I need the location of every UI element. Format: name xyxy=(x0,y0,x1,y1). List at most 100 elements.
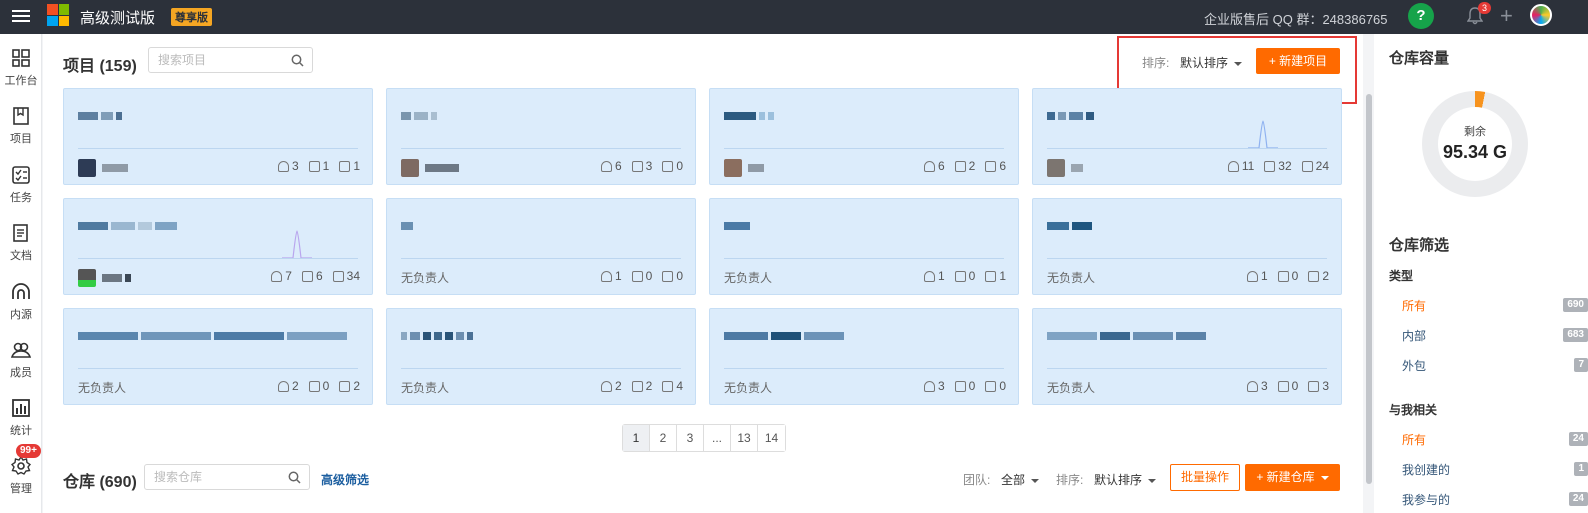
project-card[interactable]: 无负责人 1 0 1 xyxy=(709,198,1019,295)
page-14[interactable]: 14 xyxy=(758,425,785,451)
nav-item-admin[interactable]: 管理 xyxy=(0,456,42,496)
task-icon xyxy=(662,270,674,282)
project-name-redacted xyxy=(401,217,416,230)
project-card[interactable]: 11 32 24 xyxy=(1032,88,1342,185)
caret-down-icon xyxy=(1320,475,1329,480)
repo-search[interactable] xyxy=(144,464,310,490)
person-icon xyxy=(1246,270,1258,282)
project-card[interactable]: 无负责人 3 0 3 xyxy=(1032,308,1342,405)
project-stats: 1 0 0 xyxy=(600,269,683,283)
page-2[interactable]: 2 xyxy=(650,425,677,451)
help-button[interactable]: ? xyxy=(1408,3,1434,29)
support-qq-text: 企业版售后 QQ 群：248386765 xyxy=(1204,12,1388,27)
type-filter-outsourced[interactable]: 外包 7 xyxy=(1402,357,1588,374)
new-repo-button[interactable]: + 新建仓库 xyxy=(1245,464,1340,491)
nav-item-innersource[interactable]: 内源 xyxy=(0,282,42,322)
caret-down-icon xyxy=(1148,478,1157,483)
nav-label: 管理 xyxy=(10,483,32,495)
project-stats: 1 0 2 xyxy=(1246,269,1329,283)
search-icon[interactable] xyxy=(291,54,304,67)
page-1[interactable]: 1 xyxy=(623,425,650,451)
related-filter-joined[interactable]: 我参与的 24 xyxy=(1402,491,1588,508)
project-card[interactable]: 7 6 34 xyxy=(63,198,373,295)
page-13[interactable]: 13 xyxy=(731,425,758,451)
filter-label: 我参与的 xyxy=(1402,493,1451,507)
nav-item-projects[interactable]: 项目 xyxy=(0,106,42,146)
task-count: 2 xyxy=(1322,269,1329,283)
nav-item-workbench[interactable]: 工作台 xyxy=(0,48,42,88)
task-count: 0 xyxy=(999,379,1006,393)
person-icon xyxy=(1246,380,1258,392)
main-content: 项目 (159) 排序: 默认排序 + 新建项目 3 1 1 6 3 0 6 xyxy=(43,34,1363,513)
type-filter-internal[interactable]: 内部 683 xyxy=(1402,327,1588,344)
project-card[interactable]: 无负责人 2 0 2 xyxy=(63,308,373,405)
nav-label: 内源 xyxy=(10,309,32,321)
hamburger-menu-icon[interactable] xyxy=(12,7,30,25)
project-card[interactable]: 无负责人 1 0 2 xyxy=(1032,198,1342,295)
nav-item-docs[interactable]: 文档 xyxy=(0,223,42,263)
code-icon xyxy=(308,380,320,392)
type-filter-all[interactable]: 所有 690 xyxy=(1402,297,1588,314)
related-label: 与我相关 xyxy=(1389,403,1438,417)
team-dropdown[interactable]: 全部 xyxy=(1001,471,1040,488)
project-stats: 3 0 3 xyxy=(1246,379,1329,393)
page-3[interactable]: 3 xyxy=(677,425,704,451)
task-count: 3 xyxy=(1322,379,1329,393)
project-card[interactable]: 3 1 1 xyxy=(63,88,373,185)
member-count: 3 xyxy=(291,159,299,173)
filter-title: 仓库筛选 xyxy=(1389,237,1450,254)
project-owner xyxy=(78,269,134,287)
project-owner xyxy=(724,159,767,177)
member-count: 1 xyxy=(1260,269,1268,283)
document-icon xyxy=(13,224,28,242)
project-stats: 7 6 34 xyxy=(271,269,360,283)
code-icon xyxy=(301,270,313,282)
scrollbar-thumb[interactable] xyxy=(1366,94,1372,484)
project-card[interactable]: 无负责人 2 2 4 xyxy=(386,308,696,405)
project-search-input[interactable] xyxy=(149,48,312,72)
task-icon xyxy=(985,160,997,172)
plus-icon[interactable]: + xyxy=(1500,3,1513,29)
page-ellipsis[interactable]: ... xyxy=(704,425,731,451)
repo-search-input[interactable] xyxy=(145,465,309,489)
activity-sparkline xyxy=(1248,120,1278,149)
remaining-label: 剩余 xyxy=(1464,126,1486,138)
repo-sort-dropdown[interactable]: 默认排序 xyxy=(1094,471,1157,488)
filter-label: 我创建的 xyxy=(1402,463,1451,477)
project-card[interactable]: 无负责人 1 0 0 xyxy=(386,198,696,295)
main-scrollbar[interactable] xyxy=(1364,34,1374,513)
member-count: 1 xyxy=(937,269,945,283)
nav-item-tasks[interactable]: 任务 xyxy=(0,165,42,205)
project-card[interactable]: 6 3 0 xyxy=(386,88,696,185)
project-name-redacted xyxy=(78,327,350,340)
batch-operation-button[interactable]: 批量操作 xyxy=(1170,464,1240,491)
activity-sparkline xyxy=(282,230,312,259)
nav-label: 工作台 xyxy=(4,75,38,87)
user-avatar[interactable] xyxy=(1530,4,1552,26)
related-filter-all[interactable]: 所有 24 xyxy=(1402,431,1588,448)
search-icon[interactable] xyxy=(288,471,301,484)
related-filter-created[interactable]: 我创建的 1 xyxy=(1402,461,1588,478)
task-count: 0 xyxy=(676,269,683,283)
project-card[interactable]: 无负责人 3 0 0 xyxy=(709,308,1019,405)
member-count: 2 xyxy=(614,379,622,393)
nav-label: 成员 xyxy=(10,367,32,379)
nav-item-stats[interactable]: 统计 xyxy=(0,398,42,438)
project-search[interactable] xyxy=(148,47,313,73)
caret-down-icon xyxy=(1031,478,1040,483)
code-icon xyxy=(1277,270,1289,282)
project-owner xyxy=(78,159,131,177)
project-owner: 无负责人 xyxy=(401,271,450,285)
advanced-filter-link[interactable]: 高级筛选 xyxy=(321,471,369,488)
project-card[interactable]: 6 2 6 xyxy=(709,88,1019,185)
repo-sort-label: 排序: xyxy=(1056,473,1084,487)
top-bar: 高级测试版 尊享版 企业版售后 QQ 群：248386765 ? 3 + xyxy=(0,0,1588,34)
nav-item-members[interactable]: 成员 xyxy=(0,340,42,380)
task-icon xyxy=(1301,160,1313,172)
admin-count-badge: 99+ xyxy=(16,444,41,458)
code-icon xyxy=(1277,380,1289,392)
repo-count: 1 xyxy=(322,159,330,173)
bar-chart-icon xyxy=(12,399,30,417)
members-icon xyxy=(10,342,32,358)
project-name-redacted xyxy=(401,107,440,120)
